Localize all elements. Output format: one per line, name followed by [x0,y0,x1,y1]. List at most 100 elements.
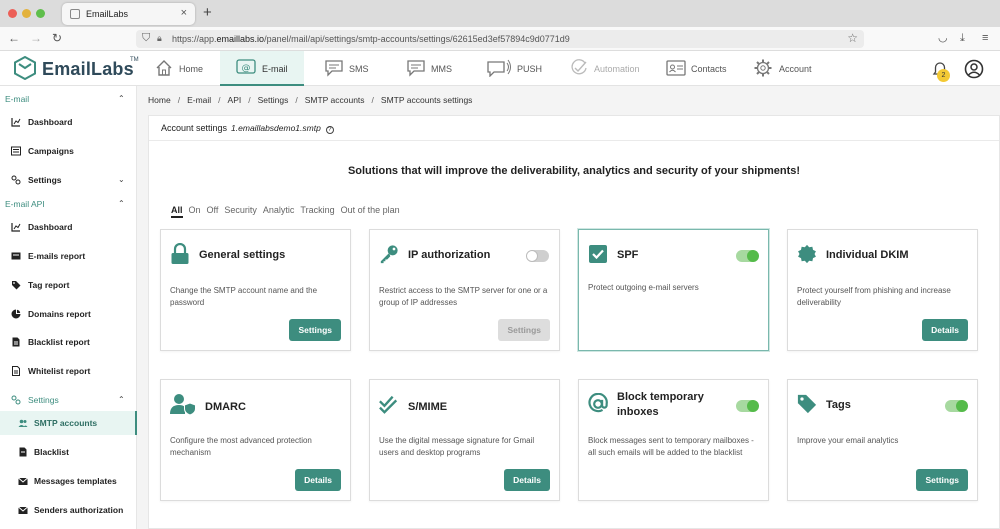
general-settings-button[interactable]: Settings [289,319,341,341]
sidebar-section-email[interactable]: E-mail [5,94,29,104]
sidebar-item-label: Campaigns [28,146,74,156]
spf-toggle[interactable] [736,250,759,262]
settings-panel: Account settings 1.emaillabsdemo1.smtp? S… [148,115,1000,529]
nav-account[interactable]: Account [748,51,828,86]
card-description: Improve your email analytics [797,436,899,445]
breadcrumb-api[interactable]: API [228,95,242,105]
tab-title: EmailLabs [86,9,129,19]
sidebar-item-label: Whitelist report [28,366,91,376]
sidebar-item-domains-report[interactable]: Domains report [0,302,137,326]
card-title: Individual DKIM [826,249,909,261]
new-tab-icon[interactable]: + [203,4,212,21]
url-path: /panel/mail/api/settings/smtp-accounts/s… [264,34,570,44]
tag-icon [797,394,817,414]
address-bar[interactable]: ⛉ 🔒︎ https://app.emaillabs.io/panel/mail… [136,30,864,48]
shield-icon[interactable]: ⛉ [142,32,150,45]
individual-dkim-details-button[interactable]: Details [922,319,968,341]
close-tab-icon[interactable]: × [181,7,187,19]
chevron-down-icon[interactable]: ⌄ [118,175,125,184]
document-icon [12,337,20,347]
tags-settings-button[interactable]: Settings [916,469,968,491]
dmarc-details-button[interactable]: Details [295,469,341,491]
document-icon [12,366,20,376]
nav-home[interactable]: Home [145,51,220,86]
breadcrumb-email[interactable]: E-mail [187,95,211,105]
ip-authorization-toggle[interactable] [526,250,549,262]
contact-card-icon [666,60,686,76]
sidebar-item-blacklist[interactable]: Blacklist [0,440,137,464]
sidebar-item-campaigns[interactable]: Campaigns [0,139,137,163]
card-block-temporary-inboxes: Block temporary inboxes Block messages s… [578,379,769,501]
reload-icon[interactable]: ↻ [52,32,62,44]
info-icon[interactable]: ? [325,126,334,134]
smime-details-button[interactable]: Details [504,469,550,491]
card-general-settings: General settings Change the SMTP account… [160,229,351,351]
lock-icon[interactable]: 🔒︎ [157,33,162,44]
nav-email-label: E-mail [262,64,288,74]
nav-push[interactable]: PUSH [478,51,558,86]
url-prefix: https://app. [172,34,217,44]
card-tags: Tags Improve your email analytics Settin… [787,379,978,501]
url-host: emaillabs.io [216,34,265,44]
sidebar-item-label: Settings [28,175,62,185]
browser-tab[interactable]: EmailLabs × [62,3,195,25]
close-window-button[interactable] [8,9,17,18]
breadcrumb-settings[interactable]: Settings [258,95,289,105]
pocket-icon[interactable]: ◡ [938,32,948,44]
block-temporary-inboxes-toggle[interactable] [736,400,759,412]
card-title: Tags [826,399,851,411]
filter-tabs: All On Off Security Analytic Tracking Out of t… [171,205,406,218]
maximize-window-button[interactable] [36,9,45,18]
filter-on[interactable]: On [189,205,201,215]
forward-icon[interactable]: → [30,32,42,44]
sidebar-item-whitelist-report[interactable]: Whitelist report [0,359,137,383]
sidebar-item-api-dashboard[interactable]: Dashboard [0,215,137,239]
breadcrumb-home[interactable]: Home [148,95,171,105]
seal-icon [798,244,816,264]
bookmark-star-icon[interactable]: ☆ [847,31,858,45]
tags-toggle[interactable] [945,400,968,412]
menu-icon[interactable]: ≡ [982,32,988,44]
filter-tracking[interactable]: Tracking [300,205,334,215]
filter-security[interactable]: Security [224,205,257,215]
nav-contacts[interactable]: Contacts [660,51,740,86]
sidebar-item-email-settings[interactable]: Settings ⌄ [0,168,137,192]
sidebar: E-mail ⌃ Dashboard Campaigns Settings ⌄ … [0,86,137,529]
breadcrumb-smtp-accounts[interactable]: SMTP accounts [305,95,365,105]
sidebar-section-email-api[interactable]: E-mail API [5,199,45,209]
nav-mms[interactable]: MMS [397,51,472,86]
sidebar-item-senders-authorization[interactable]: Senders authorization [0,498,137,522]
sidebar-item-label: Blacklist report [28,337,90,347]
filter-analytic[interactable]: Analytic [263,205,295,215]
minimize-window-button[interactable] [22,9,31,18]
sidebar-item-messages-templates[interactable]: Messages templates [0,469,137,493]
filter-off[interactable]: Off [207,205,219,215]
user-avatar-icon[interactable] [964,59,984,79]
download-icon[interactable]: ⤓ [960,32,965,44]
sidebar-item-blacklist-report[interactable]: Blacklist report [0,330,137,354]
chevron-up-icon[interactable]: ⌃ [118,94,125,103]
card-description: Use the digital message signature for Gm… [379,436,535,457]
nav-automation[interactable]: Automation [563,51,653,86]
filter-out-of-plan[interactable]: Out of the plan [341,205,400,215]
sidebar-item-api-settings[interactable]: Settings ⌃ [0,388,137,412]
back-icon[interactable]: ← [8,32,20,44]
filter-all[interactable]: All [171,205,183,218]
nav-sms[interactable]: SMS [315,51,390,86]
ip-authorization-settings-button[interactable]: Settings [498,319,550,341]
chevron-up-icon[interactable]: ⌃ [118,199,125,208]
chat-icon [325,60,343,77]
sidebar-item-email-dashboard[interactable]: Dashboard [0,110,137,134]
sidebar-item-emails-report[interactable]: E-mails report [0,244,137,268]
card-title: SPF [617,249,639,261]
nav-email[interactable]: @ E-mail [220,51,304,86]
sidebar-item-tag-report[interactable]: Tag report [0,273,137,297]
card-title: S/MIME [408,401,448,413]
browser-nav-bar: ← → ↻ ⛉ 🔒︎ https://app.emaillabs.io/pane… [0,27,1000,51]
chevron-up-icon[interactable]: ⌃ [118,395,125,404]
sidebar-item-label: Settings [28,395,59,405]
sidebar-item-label: Blacklist [34,447,69,457]
sidebar-item-smtp-accounts[interactable]: SMTP accounts [0,411,137,435]
main-content: Home / E-mail / API / Settings / SMTP accounts / S… [137,86,1000,529]
key-icon [380,245,398,264]
